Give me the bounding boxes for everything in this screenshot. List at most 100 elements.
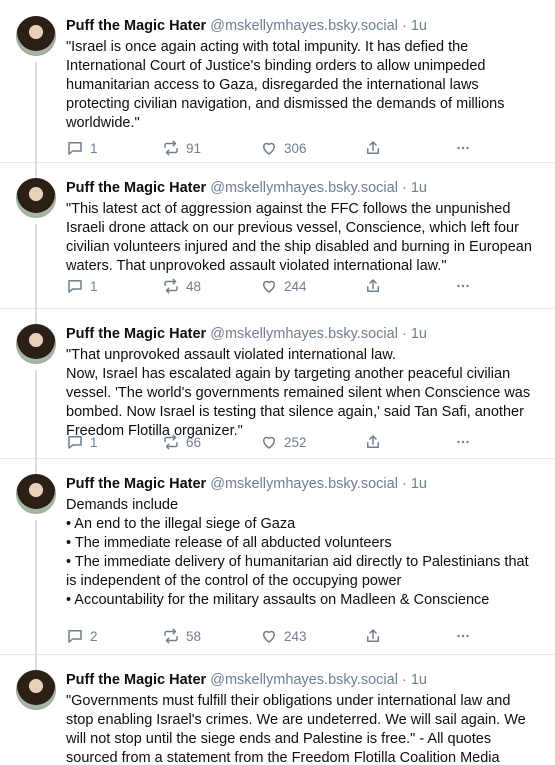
like-button[interactable]: 306 (260, 138, 307, 158)
more-options-button[interactable] (454, 432, 472, 452)
post-text: "This latest act of aggression against t… (66, 201, 532, 274)
post-time[interactable]: 1u (411, 18, 427, 34)
author-name[interactable]: Puff the Magic Hater (66, 672, 206, 688)
like-button[interactable]: 243 (260, 626, 307, 646)
heart-icon (263, 436, 275, 449)
post-time[interactable]: 1u (411, 326, 427, 342)
repost-button[interactable]: 58 (162, 626, 201, 646)
more-options-button[interactable] (454, 626, 472, 646)
post-content: Puff the Magic Hater @mskellymhayes.bsky… (66, 16, 541, 133)
more-options-button[interactable] (454, 138, 472, 158)
reply-count: 1 (90, 140, 98, 156)
share-icon (367, 279, 379, 292)
share-button[interactable] (364, 138, 382, 158)
reply-count: 2 (90, 628, 98, 644)
more-options-button[interactable] (454, 276, 472, 296)
author-handle[interactable]: @mskellymhayes.bsky.social (210, 326, 398, 342)
author-handle[interactable]: @mskellymhayes.bsky.social (210, 18, 398, 34)
post[interactable]: Puff the Magic Hater @mskellymhayes.bsky… (0, 458, 555, 670)
repost-icon (164, 278, 178, 294)
post-gutter (16, 178, 56, 326)
like-button[interactable]: 252 (260, 432, 307, 452)
post-time[interactable]: 1u (411, 180, 427, 196)
thread-line (35, 520, 37, 670)
repost-icon (164, 140, 178, 156)
reply-button[interactable]: 1 (66, 432, 98, 452)
post-header: Puff the Magic Hater @mskellymhayes.bsky… (66, 672, 427, 688)
repost-count: 66 (186, 434, 202, 450)
post-content: Puff the Magic Hater @mskellymhayes.bsky… (66, 670, 541, 765)
share-button[interactable] (364, 276, 382, 296)
post-gutter (16, 324, 56, 476)
like-count: 243 (284, 628, 307, 644)
author-name[interactable]: Puff the Magic Hater (66, 476, 206, 492)
thread-feed: Puff the Magic Hater @mskellymhayes.bsky… (0, 0, 555, 765)
post-header: Puff the Magic Hater @mskellymhayes.bsky… (66, 476, 427, 492)
post-actions: 2 58 243 (66, 626, 486, 646)
post-actions: 1 91 306 (66, 138, 486, 158)
repost-button[interactable]: 91 (162, 138, 201, 158)
post-content: Puff the Magic Hater @mskellymhayes.bsky… (66, 474, 541, 610)
author-name[interactable]: Puff the Magic Hater (66, 18, 206, 34)
reply-count: 1 (90, 278, 98, 294)
reply-icon (68, 280, 82, 293)
more-icon (457, 284, 469, 288)
repost-icon (164, 628, 178, 644)
post-text: "That unprovoked assault violated intern… (66, 347, 531, 439)
avatar[interactable] (16, 670, 56, 710)
avatar[interactable] (16, 16, 56, 56)
more-icon (457, 634, 469, 638)
post-text: Demands include • An end to the illegal … (66, 497, 529, 608)
like-count: 306 (284, 140, 307, 156)
post-content: Puff the Magic Hater @mskellymhayes.bsky… (66, 178, 541, 276)
post-gutter (16, 474, 56, 670)
share-icon (367, 435, 379, 448)
post[interactable]: Puff the Magic Hater @mskellymhayes.bsky… (0, 654, 555, 765)
reply-count: 1 (90, 434, 98, 450)
repost-count: 58 (186, 628, 202, 644)
reply-icon (68, 436, 82, 449)
post[interactable]: Puff the Magic Hater @mskellymhayes.bsky… (0, 308, 555, 476)
reply-button[interactable]: 2 (66, 626, 98, 646)
post-gutter (16, 670, 56, 710)
more-icon (457, 440, 469, 444)
heart-icon (263, 280, 275, 293)
heart-icon (263, 142, 275, 155)
post-actions: 1 66 252 (66, 432, 486, 452)
reply-button[interactable]: 1 (66, 138, 98, 158)
avatar[interactable] (16, 178, 56, 218)
repost-button[interactable]: 48 (162, 276, 201, 296)
post-gutter (16, 16, 56, 180)
post-actions: 1 48 244 (66, 276, 486, 296)
like-button[interactable]: 244 (260, 276, 307, 296)
author-name[interactable]: Puff the Magic Hater (66, 326, 206, 342)
author-handle[interactable]: @mskellymhayes.bsky.social (210, 180, 398, 196)
share-button[interactable] (364, 432, 382, 452)
avatar[interactable] (16, 324, 56, 364)
post-content: Puff the Magic Hater @mskellymhayes.bsky… (66, 324, 541, 441)
author-name[interactable]: Puff the Magic Hater (66, 180, 206, 196)
reply-icon (68, 630, 82, 643)
post-text: "Governments must fulfill their obligati… (66, 693, 526, 765)
author-handle[interactable]: @mskellymhayes.bsky.social (210, 672, 398, 688)
repost-count: 91 (186, 140, 202, 156)
more-icon (457, 146, 469, 150)
post-time[interactable]: 1u (411, 476, 427, 492)
like-count: 252 (284, 434, 307, 450)
reply-icon (68, 142, 82, 155)
post[interactable]: Puff the Magic Hater @mskellymhayes.bsky… (0, 0, 555, 180)
share-button[interactable] (364, 626, 382, 646)
repost-icon (164, 434, 178, 450)
like-count: 244 (284, 278, 307, 294)
post-header: Puff the Magic Hater @mskellymhayes.bsky… (66, 180, 427, 196)
post[interactable]: Puff the Magic Hater @mskellymhayes.bsky… (0, 162, 555, 326)
share-icon (367, 629, 379, 642)
repost-button[interactable]: 66 (162, 432, 201, 452)
post-time[interactable]: 1u (411, 672, 427, 688)
heart-icon (263, 630, 275, 643)
repost-count: 48 (186, 278, 202, 294)
post-header: Puff the Magic Hater @mskellymhayes.bsky… (66, 18, 427, 34)
reply-button[interactable]: 1 (66, 276, 98, 296)
avatar[interactable] (16, 474, 56, 514)
author-handle[interactable]: @mskellymhayes.bsky.social (210, 476, 398, 492)
